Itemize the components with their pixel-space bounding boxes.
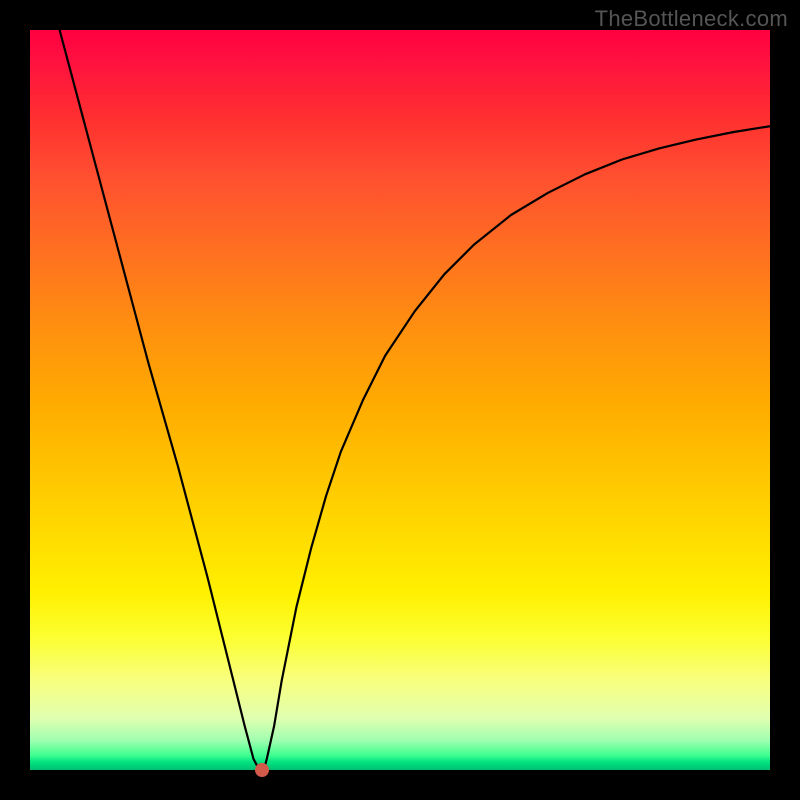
minimum-marker <box>255 763 269 777</box>
watermark-text: TheBottleneck.com <box>595 6 788 32</box>
plot-area <box>30 30 770 770</box>
bottleneck-curve <box>30 30 770 770</box>
chart-container: TheBottleneck.com <box>0 0 800 800</box>
